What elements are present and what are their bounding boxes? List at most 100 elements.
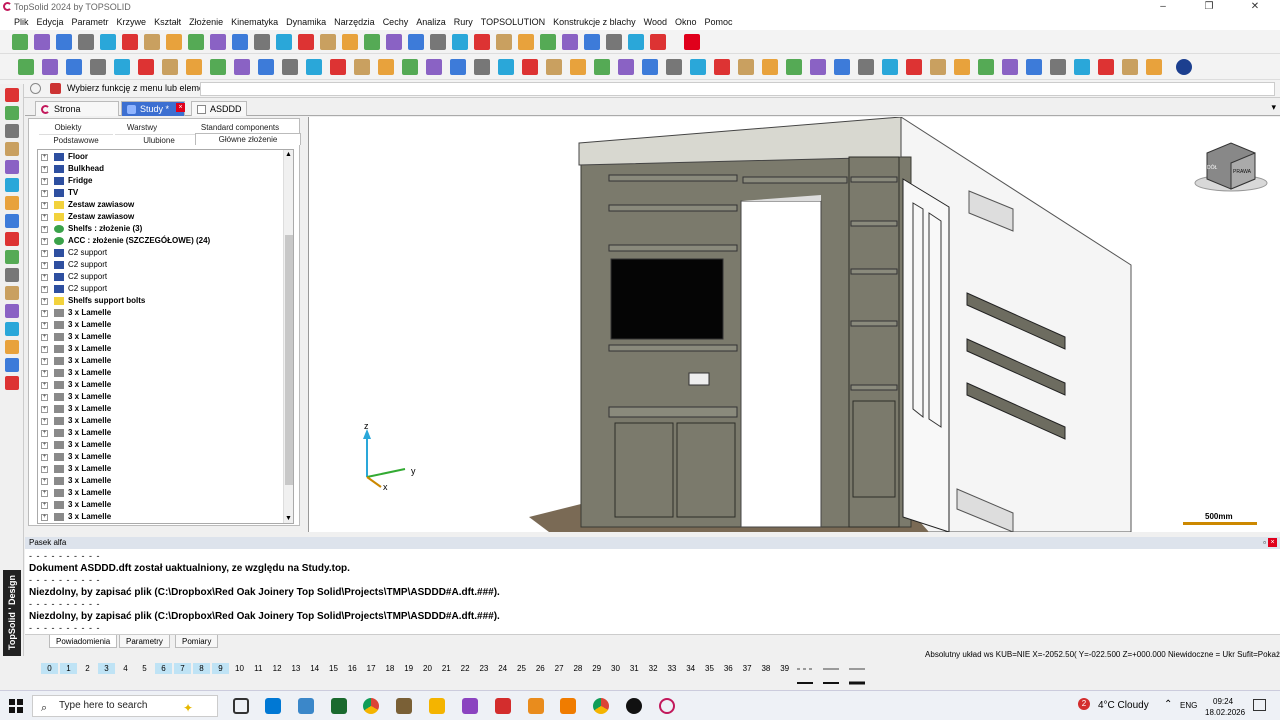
tree-scrollbar[interactable]: ▲ ▼	[283, 150, 293, 523]
tree-item[interactable]: +3 x Lamelle	[38, 511, 284, 523]
expand-icon[interactable]: +	[41, 238, 48, 245]
tree-item[interactable]: +3 x Lamelle	[38, 379, 284, 391]
close-panel-icon[interactable]: ×	[1268, 538, 1277, 547]
layer-button[interactable]: 16	[344, 663, 361, 674]
tree-item[interactable]: +3 x Lamelle	[38, 415, 284, 427]
task-view-icon[interactable]	[233, 698, 249, 714]
toolbar-tool-icon[interactable]	[138, 59, 154, 75]
tab-pomiary[interactable]: Pomiary	[175, 635, 219, 648]
toolbar-tool-icon[interactable]	[254, 34, 270, 50]
scroll-up-icon[interactable]: ▲	[285, 151, 292, 158]
side-tool-icon[interactable]	[5, 268, 19, 282]
toolbar-tool-icon[interactable]	[714, 59, 730, 75]
tabs-dropdown-icon[interactable]: ▾	[1271, 102, 1276, 113]
toolbar-tool-icon[interactable]	[562, 34, 578, 50]
tree-item[interactable]: + Zestaw zawiasow	[38, 211, 284, 223]
language-indicator[interactable]: ENG	[1180, 701, 1197, 710]
tree-item[interactable]: +3 x Lamelle	[38, 499, 284, 511]
menu-item[interactable]: Dynamika	[282, 14, 330, 30]
windows-start-icon[interactable]	[9, 699, 23, 713]
expand-icon[interactable]: +	[41, 334, 48, 341]
toolbar-tool-icon[interactable]	[232, 34, 248, 50]
side-tool-icon[interactable]	[5, 304, 19, 318]
expand-icon[interactable]: +	[41, 274, 48, 281]
clock-date[interactable]: 18.02.2026	[1205, 708, 1245, 717]
toolbar-tool-icon[interactable]	[354, 59, 370, 75]
toolbar-tool-icon[interactable]	[666, 59, 682, 75]
layer-button[interactable]: 36	[720, 663, 737, 674]
app-icon[interactable]	[528, 698, 544, 714]
side-tool-icon[interactable]	[5, 124, 19, 138]
side-tool-icon[interactable]	[5, 340, 19, 354]
menu-item[interactable]: Krzywe	[113, 14, 151, 30]
expand-icon[interactable]: +	[41, 322, 48, 329]
toolbar-tool-icon[interactable]	[90, 59, 106, 75]
topsolid-taskbar-icon[interactable]	[659, 698, 675, 714]
layer-button[interactable]: 26	[532, 663, 549, 674]
weather-text[interactable]: 4°C Cloudy	[1098, 700, 1149, 711]
toolbar-tool-icon[interactable]	[402, 59, 418, 75]
layer-button[interactable]: 8	[193, 663, 210, 674]
tab-start-page[interactable]: Strona startowa	[35, 101, 119, 128]
side-tool-icon[interactable]	[5, 106, 19, 120]
toolbar-tool-icon[interactable]	[930, 59, 946, 75]
side-tool-icon[interactable]	[5, 88, 19, 102]
toolbar-tool-icon[interactable]	[452, 34, 468, 50]
scroll-thumb[interactable]	[285, 235, 293, 485]
menu-item[interactable]: Kształt	[150, 14, 185, 30]
expand-icon[interactable]: +	[41, 490, 48, 497]
tree-item[interactable]: + Fridge	[38, 175, 284, 187]
menu-item[interactable]: Rury	[450, 14, 477, 30]
tab-glowne-zlozenie[interactable]: Główne złożenie	[195, 133, 301, 145]
expand-icon[interactable]: +	[41, 178, 48, 185]
app-icon[interactable]	[626, 698, 642, 714]
toolbar-tool-icon[interactable]	[162, 59, 178, 75]
layer-button[interactable]: 7	[174, 663, 191, 674]
expand-icon[interactable]: +	[41, 226, 48, 233]
side-tool-icon[interactable]	[5, 286, 19, 300]
toolbar-tool-icon[interactable]	[618, 59, 634, 75]
layer-button[interactable]: 11	[250, 663, 267, 674]
menu-item[interactable]: Kinematyka	[227, 14, 282, 30]
maximize-button[interactable]: ❐	[1186, 1, 1232, 13]
expand-icon[interactable]: +	[41, 406, 48, 413]
menu-item[interactable]: Parametr	[68, 14, 113, 30]
side-tool-icon[interactable]	[5, 142, 19, 156]
toolbar-tool-icon[interactable]	[1002, 59, 1018, 75]
toolbar-tool-icon[interactable]	[584, 34, 600, 50]
layer-button[interactable]: 25	[513, 663, 530, 674]
help-icon[interactable]	[1176, 59, 1192, 75]
layer-button[interactable]: 15	[325, 663, 342, 674]
menu-item[interactable]: Pomoc	[701, 14, 737, 30]
layer-button[interactable]: 27	[551, 663, 568, 674]
tab-parametry[interactable]: Parametry	[119, 635, 170, 648]
expand-icon[interactable]: +	[41, 286, 48, 293]
tree-item[interactable]: + Bulkhead	[38, 163, 284, 175]
toolbar-tool-icon[interactable]	[320, 34, 336, 50]
color-swatch-icon[interactable]	[684, 34, 700, 50]
toolbar-tool-icon[interactable]	[522, 59, 538, 75]
toolbar-tool-icon[interactable]	[650, 34, 666, 50]
expand-icon[interactable]: +	[41, 394, 48, 401]
toolbar-tool-icon[interactable]	[1026, 59, 1042, 75]
expand-icon[interactable]: +	[41, 250, 48, 257]
layer-button[interactable]: 9	[212, 663, 229, 674]
toolbar-tool-icon[interactable]	[810, 59, 826, 75]
toolbar-tool-icon[interactable]	[114, 59, 130, 75]
clock-time[interactable]: 09:24	[1213, 697, 1233, 706]
toolbar-tool-icon[interactable]	[298, 34, 314, 50]
layer-button[interactable]: 39	[776, 663, 793, 674]
tree-item[interactable]: + C2 support	[38, 259, 284, 271]
expand-icon[interactable]: +	[41, 262, 48, 269]
toolbar-tool-icon[interactable]	[386, 34, 402, 50]
toolbar-tool-icon[interactable]	[1074, 59, 1090, 75]
tab-obiekty[interactable]: Obiekty	[39, 122, 97, 134]
layer-button[interactable]: 34	[682, 663, 699, 674]
3d-viewport[interactable]: z y x DÓŁ PRAWA 500mm	[308, 116, 1280, 533]
view-cube[interactable]	[1194, 142, 1268, 192]
layer-button[interactable]: 18	[381, 663, 398, 674]
close-tab-icon[interactable]: ×	[176, 103, 185, 112]
app-icon[interactable]	[462, 698, 478, 714]
tree-item[interactable]: +3 x Lamelle	[38, 355, 284, 367]
toolbar-tool-icon[interactable]	[78, 34, 94, 50]
